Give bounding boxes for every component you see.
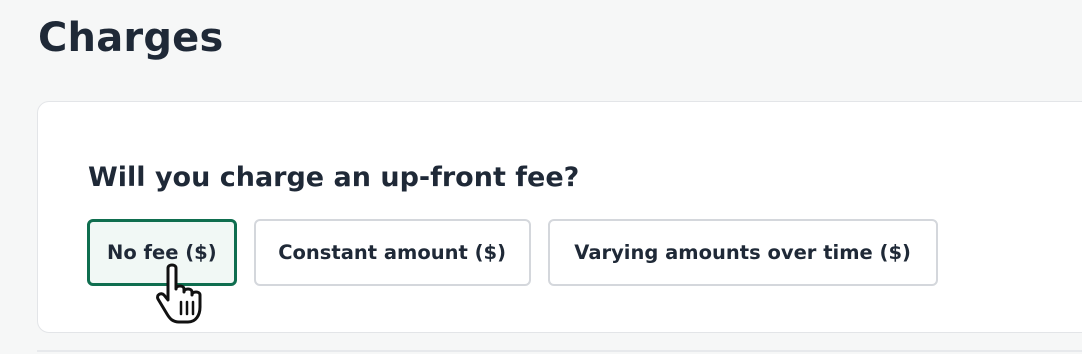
next-card-edge bbox=[37, 350, 1082, 352]
hand-pointer-icon bbox=[156, 263, 202, 324]
varying-amounts-option-button[interactable]: Varying amounts over time ($) bbox=[547, 219, 938, 286]
upfront-fee-question: Will you charge an up-front fee? bbox=[88, 162, 580, 193]
constant-amount-option-button[interactable]: Constant amount ($) bbox=[253, 219, 531, 286]
upfront-fee-options: No fee ($) Constant amount ($) Varying a… bbox=[87, 219, 938, 286]
page-title: Charges bbox=[38, 15, 224, 61]
